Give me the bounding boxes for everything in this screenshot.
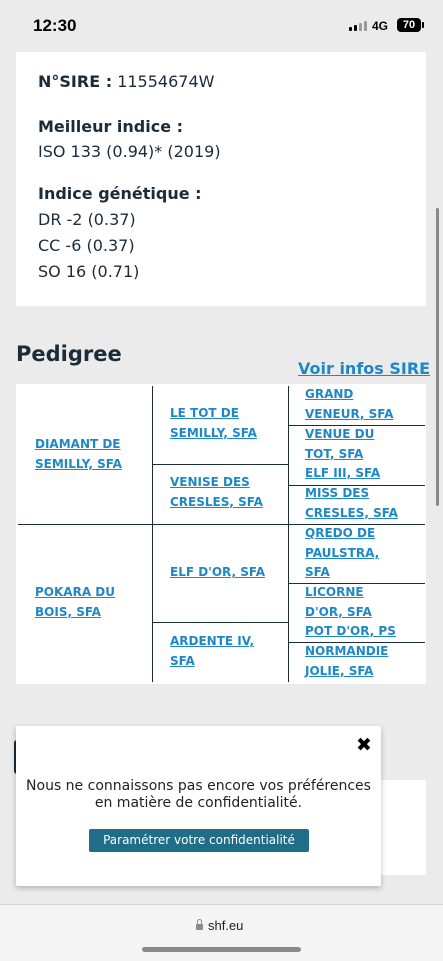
- pedigree-dam-link[interactable]: POKARA DU BOIS, SFA: [35, 583, 115, 622]
- link-line: SEMILLY, SFA: [170, 425, 257, 440]
- sire-label: N°SIRE :: [38, 72, 113, 91]
- link-line: PAULSTRA,: [305, 545, 380, 560]
- genetic-index-line: CC -6 (0.37): [38, 236, 135, 255]
- pedigree-great-grandparent-link[interactable]: QREDO DE PAULSTRA, SFA: [305, 524, 379, 583]
- pedigree-divider: [152, 464, 289, 465]
- browser-address-bar[interactable]: shf.eu: [0, 904, 443, 961]
- pedigree-title: Pedigree: [16, 342, 122, 366]
- pedigree-grandparent-link[interactable]: VENISE DES CRESLES, SFA: [170, 473, 263, 512]
- pedigree-table: DIAMANT DE SEMILLY, SFA POKARA DU BOIS, …: [16, 384, 426, 684]
- link-line: DIAMANT DE: [35, 437, 121, 451]
- pedigree-great-grandparent-link[interactable]: VENUE DU TOT, SFA: [305, 425, 374, 464]
- genetic-index-title: Indice génétique :: [38, 184, 202, 203]
- sire-number: N°SIRE : 11554674W: [38, 72, 214, 91]
- horse-info-card: N°SIRE : 11554674W Meilleur indice : ISO…: [16, 52, 426, 306]
- link-line: SEMILLY, SFA: [35, 456, 122, 471]
- consent-message-line: en matière de confidentialité.: [94, 795, 303, 811]
- background-card: [380, 780, 426, 875]
- genetic-index-line: DR -2 (0.37): [38, 210, 136, 229]
- link-line: POT D'OR, PS: [305, 624, 396, 638]
- link-line: LICORNE: [305, 585, 364, 599]
- link-line: LE TOT DE: [170, 406, 239, 420]
- pedigree-grandparent-link[interactable]: ARDENTE IV, SFA: [170, 632, 254, 671]
- link-line: VENEUR, SFA: [305, 406, 394, 421]
- network-type: 4G: [372, 19, 389, 33]
- link-line: MISS DES: [305, 486, 370, 500]
- pedigree-divider: [152, 622, 289, 623]
- link-line: VENUE DU: [305, 427, 375, 441]
- link-line: D'OR, SFA: [305, 604, 372, 619]
- link-line: POKARA DU: [35, 585, 115, 599]
- best-index-title: Meilleur indice :: [38, 117, 184, 136]
- pedigree-grandparent-link[interactable]: ELF D'OR, SFA: [170, 563, 265, 583]
- pedigree-divider: [152, 386, 153, 682]
- pedigree-divider: [288, 386, 289, 682]
- link-line: JOLIE, SFA: [305, 663, 374, 678]
- pedigree-sire-link[interactable]: DIAMANT DE SEMILLY, SFA: [35, 435, 122, 474]
- home-indicator[interactable]: [142, 947, 301, 952]
- pedigree-great-grandparent-link[interactable]: MISS DES CRESLES, SFA: [305, 484, 398, 523]
- close-icon[interactable]: ✖: [356, 734, 372, 756]
- best-index-value: ISO 133 (0.94)* (2019): [38, 142, 221, 161]
- status-time: 12:30: [33, 16, 77, 35]
- link-line: CRESLES, SFA: [305, 505, 398, 520]
- genetic-index-line: SO 16 (0.71): [38, 262, 140, 281]
- privacy-settings-button[interactable]: Paramétrer votre confidentialité: [89, 829, 309, 852]
- consent-message: Nous ne connaissons pas encore vos préfé…: [24, 778, 373, 812]
- pedigree-great-grandparent-link[interactable]: NORMANDIE JOLIE, SFA: [305, 642, 388, 681]
- pedigree-grandparent-link[interactable]: LE TOT DE SEMILLY, SFA: [170, 404, 257, 443]
- link-line: NORMANDIE: [305, 644, 389, 658]
- lock-icon: [196, 919, 203, 930]
- url-display[interactable]: shf.eu: [196, 918, 243, 933]
- status-bar: 12:30 4G 70: [0, 0, 443, 52]
- pedigree-great-grandparent-link[interactable]: GRAND VENEUR, SFA: [305, 385, 393, 424]
- link-line: ELF III, SFA: [305, 466, 381, 480]
- page-scrollbar[interactable]: [436, 208, 439, 506]
- link-line: BOIS, SFA: [35, 604, 101, 619]
- link-line: TOT, SFA: [305, 446, 364, 461]
- pedigree-great-grandparent-link[interactable]: ELF III, SFA: [305, 464, 380, 484]
- link-line: VENISE DES: [170, 475, 250, 489]
- pedigree-great-grandparent-link[interactable]: LICORNE D'OR, SFA: [305, 583, 372, 622]
- link-line: GRAND: [305, 387, 354, 401]
- link-line: ARDENTE IV,: [170, 634, 255, 648]
- url-text: shf.eu: [208, 918, 244, 933]
- link-line: SFA: [305, 565, 330, 579]
- voir-infos-sire-link[interactable]: Voir infos SIRE: [298, 359, 430, 378]
- link-line: CRESLES, SFA: [170, 494, 263, 509]
- link-line: SFA: [170, 653, 195, 668]
- sire-value: 11554674W: [117, 72, 215, 91]
- link-line: ELF D'OR, SFA: [170, 565, 266, 579]
- cellular-signal-icon: [349, 21, 367, 31]
- consent-message-line: Nous ne connaissons pas encore vos préfé…: [26, 778, 371, 794]
- pedigree-great-grandparent-link[interactable]: POT D'OR, PS: [305, 622, 396, 642]
- battery-icon: 70: [397, 18, 424, 32]
- link-line: QREDO DE: [305, 526, 376, 540]
- privacy-consent-dialog: ✖ Nous ne connaissons pas encore vos pré…: [16, 726, 381, 886]
